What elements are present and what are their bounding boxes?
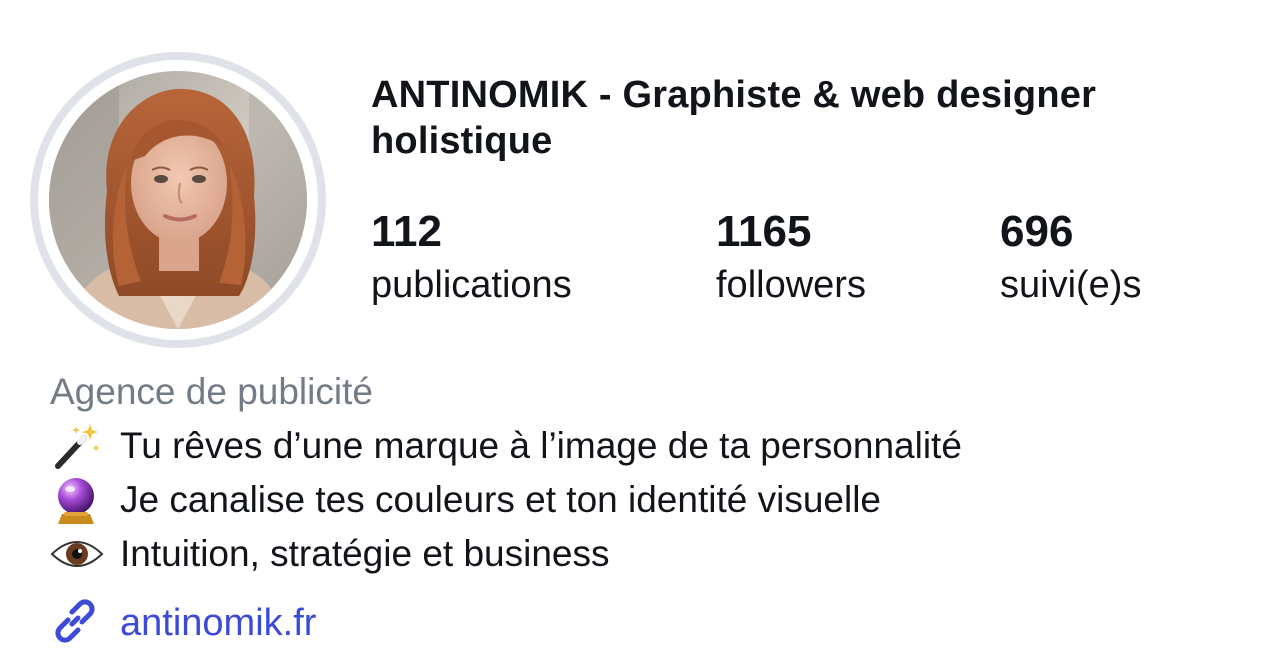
stat-posts[interactable]: 112 publications (371, 206, 572, 312)
link-icon (50, 596, 100, 651)
stat-following[interactable]: 696 suivi(e)s (1000, 206, 1141, 312)
bio-line: Intuition, stratégie et business (50, 527, 962, 581)
avatar[interactable] (49, 71, 307, 329)
profile-name: ANTINOMIK - Graphiste & web designer hol… (371, 74, 1097, 162)
followers-count: 1165 (716, 207, 812, 256)
eye-icon (50, 527, 106, 581)
bio: Tu rêves d’une marque à l’image de ta pe… (50, 419, 962, 581)
website-link[interactable]: antinomik.fr (50, 596, 316, 650)
magic-wand-icon (50, 419, 106, 473)
posts-label: publications (371, 264, 572, 306)
avatar-ring[interactable] (30, 52, 326, 348)
bio-text: Intuition, stratégie et business (120, 533, 610, 574)
bio-text: Je canalise tes couleurs et ton identité… (120, 479, 881, 520)
bio-line: Tu rêves d’une marque à l’image de ta pe… (50, 419, 962, 473)
following-label: suivi(e)s (1000, 264, 1142, 306)
following-count: 696 (1000, 207, 1074, 256)
followers-label: followers (716, 264, 866, 306)
posts-count: 112 (371, 207, 442, 256)
profile-category: Agence de publicité (50, 371, 373, 412)
website-link-text[interactable]: antinomik.fr (120, 602, 316, 645)
bio-line: Je canalise tes couleurs et ton identité… (50, 473, 962, 527)
crystal-ball-icon (50, 473, 106, 527)
stat-followers[interactable]: 1165 followers (716, 206, 866, 312)
avatar-photo (49, 71, 307, 329)
bio-text: Tu rêves d’une marque à l’image de ta pe… (120, 425, 962, 466)
